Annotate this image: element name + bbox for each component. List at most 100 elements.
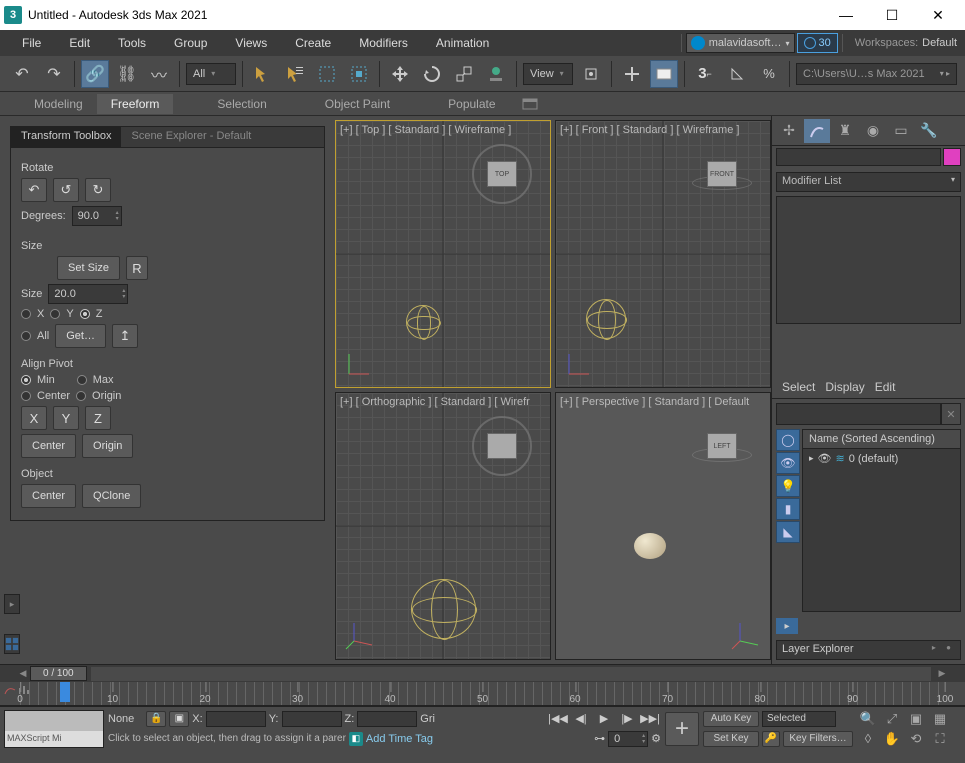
select-rotate-button[interactable] xyxy=(418,60,446,88)
menu-animation[interactable]: Animation xyxy=(422,32,503,54)
pivot-origin-radio[interactable] xyxy=(76,391,86,401)
time-prev-icon[interactable]: ◀ xyxy=(16,668,30,679)
degrees-spinner[interactable]: 90.0 xyxy=(72,206,122,226)
viewcube-persp[interactable]: LEFT xyxy=(704,428,740,464)
undo-button[interactable]: ↶ xyxy=(8,60,36,88)
size-spinner[interactable]: 20.0 xyxy=(48,284,128,304)
add-time-tag[interactable]: Add Time Tag xyxy=(366,733,433,745)
ribbon-collapse-icon[interactable] xyxy=(522,98,538,110)
select-region-button[interactable] xyxy=(313,60,341,88)
scene-object-list[interactable]: Name (Sorted Ascending) ▸ 👁 ≋ 0 (default… xyxy=(802,429,961,612)
auto-key-button[interactable]: Auto Key xyxy=(703,711,759,727)
scene-edit-tab[interactable]: Edit xyxy=(875,380,896,394)
scene-search-input[interactable] xyxy=(776,403,941,425)
axis-y-radio[interactable] xyxy=(50,309,60,319)
select-manipulate-button[interactable] xyxy=(618,60,646,88)
zoom-extents-all-button[interactable]: ▦ xyxy=(929,710,951,728)
material-preview[interactable]: MAXScript Mi xyxy=(4,710,104,748)
motion-tab-icon[interactable]: ◉ xyxy=(860,119,886,143)
select-move-button[interactable] xyxy=(386,60,414,88)
user-account[interactable]: malavidasoft… ▾ xyxy=(686,33,795,53)
viewport-ortho-label[interactable]: [+] [ Orthographic ] [ Standard ] [ Wire… xyxy=(340,396,530,408)
isolate-icon[interactable]: ▣ xyxy=(169,711,189,727)
play-button[interactable]: ▶ xyxy=(593,710,615,728)
layer-explorer-dropdown[interactable]: Layer Explorer xyxy=(776,640,961,660)
y-coord-input[interactable] xyxy=(282,711,342,727)
goto-start-button[interactable]: |◀◀ xyxy=(547,710,569,728)
filter-helpers-icon[interactable]: ◣ xyxy=(776,521,800,543)
tab-transform-toolbox[interactable]: Transform Toolbox xyxy=(11,127,121,147)
redo-button[interactable]: ↷ xyxy=(40,60,68,88)
set-keys-plus-button[interactable]: + xyxy=(665,712,699,746)
maximize-viewport-button[interactable]: ⛶ xyxy=(929,730,951,748)
time-track[interactable] xyxy=(91,667,931,681)
set-key-button[interactable]: Set Key xyxy=(703,731,759,747)
pivot-max-radio[interactable] xyxy=(77,375,87,385)
maximize-button[interactable]: ☐ xyxy=(869,0,915,30)
key-filters-button[interactable]: Key Filters… xyxy=(783,731,853,747)
viewport-top-label[interactable]: [+] [ Top ] [ Standard ] [ Wireframe ] xyxy=(340,124,511,136)
menu-edit[interactable]: Edit xyxy=(55,32,104,54)
rotate-ccw-x-button[interactable]: ↶ xyxy=(21,178,47,202)
scene-list-header[interactable]: Name (Sorted Ascending) xyxy=(803,430,960,449)
time-slider[interactable]: ◀ 0 / 100 ▶ xyxy=(0,664,965,682)
ribbon-tab-selection[interactable]: Selection xyxy=(203,94,280,114)
mini-curve-icon[interactable] xyxy=(4,684,16,696)
qclone-button[interactable]: QClone xyxy=(82,484,141,508)
viewcube-front[interactable]: FRONT xyxy=(704,156,740,192)
up-arrow-button[interactable]: ↥ xyxy=(112,324,138,348)
rotate-cw-button[interactable]: ↻ xyxy=(85,178,111,202)
viewport-layout-button[interactable] xyxy=(4,634,20,654)
select-object-button[interactable] xyxy=(249,60,277,88)
menu-group[interactable]: Group xyxy=(160,32,221,54)
time-next-icon[interactable]: ▶ xyxy=(935,668,949,679)
link-button[interactable]: 🔗 xyxy=(81,60,109,88)
tab-scene-explorer[interactable]: Scene Explorer - Default xyxy=(121,127,261,147)
viewcube-top[interactable]: TOP xyxy=(484,156,520,192)
close-button[interactable]: ✕ xyxy=(915,0,961,30)
ribbon-tab-object-paint[interactable]: Object Paint xyxy=(311,94,404,114)
lock-icon[interactable]: 🔒 xyxy=(146,711,166,727)
menu-tools[interactable]: Tools xyxy=(104,32,160,54)
z-coord-input[interactable] xyxy=(357,711,417,727)
pivot-y-button[interactable]: Y xyxy=(53,406,79,430)
time-config-button[interactable]: ⚙ xyxy=(651,732,661,745)
project-path[interactable]: C:\Users\U…s Max 2021▾ ▸ xyxy=(796,63,957,85)
ribbon-tab-populate[interactable]: Populate xyxy=(434,94,509,114)
filter-lights-icon[interactable]: 💡 xyxy=(776,475,800,497)
scene-search-clear[interactable]: ✕ xyxy=(941,403,961,425)
layer-pin-icon[interactable]: ▸ xyxy=(776,618,798,634)
modifier-list-dropdown[interactable]: Modifier List xyxy=(776,172,961,192)
viewport-orthographic[interactable]: [+] [ Orthographic ] [ Standard ] [ Wire… xyxy=(335,392,551,660)
pivot-z-button[interactable]: Z xyxy=(85,406,111,430)
percent-snap-toggle[interactable]: % xyxy=(755,60,783,88)
menu-file[interactable]: File xyxy=(8,32,55,54)
time-ruler[interactable]: 0102030405060708090100 xyxy=(0,682,965,706)
key-icon-button[interactable]: 🔑 xyxy=(762,731,780,747)
menu-create[interactable]: Create xyxy=(281,32,345,54)
display-tab-icon[interactable]: ▭ xyxy=(888,119,914,143)
zoom-extents-button[interactable]: ▣ xyxy=(905,710,927,728)
playhead[interactable] xyxy=(60,682,70,702)
next-frame-button[interactable]: |▶ xyxy=(616,710,638,728)
viewport-front[interactable]: [+] [ Front ] [ Standard ] [ Wireframe ]… xyxy=(555,120,771,388)
unlink-button[interactable]: ⛓ xyxy=(113,60,141,88)
goto-end-button[interactable]: ▶▶| xyxy=(639,710,661,728)
x-coord-input[interactable] xyxy=(206,711,266,727)
viewport-persp-label[interactable]: [+] [ Perspective ] [ Standard ] [ Defau… xyxy=(560,396,749,408)
select-scale-button[interactable] xyxy=(450,60,478,88)
bind-spacewarp-button[interactable]: 〰 xyxy=(145,60,173,88)
utilities-tab-icon[interactable]: 🔧 xyxy=(916,119,942,143)
pivot-x-button[interactable]: X xyxy=(21,406,47,430)
zoom-button[interactable]: 🔍 xyxy=(857,710,879,728)
workspace-selector[interactable]: Default xyxy=(922,37,965,49)
scene-select-tab[interactable]: Select xyxy=(782,380,815,394)
filter-visible-icon[interactable]: 👁 xyxy=(776,452,800,474)
create-tab-icon[interactable]: ✢ xyxy=(776,119,802,143)
align-center-button[interactable]: Center xyxy=(21,434,76,458)
viewcube-ortho[interactable] xyxy=(484,428,520,464)
orbit-button[interactable]: ⟲ xyxy=(905,730,927,748)
selection-filter[interactable]: All xyxy=(186,63,236,85)
pivot-min-radio[interactable] xyxy=(21,375,31,385)
cube-tag-icon[interactable]: ◧ xyxy=(349,732,363,746)
